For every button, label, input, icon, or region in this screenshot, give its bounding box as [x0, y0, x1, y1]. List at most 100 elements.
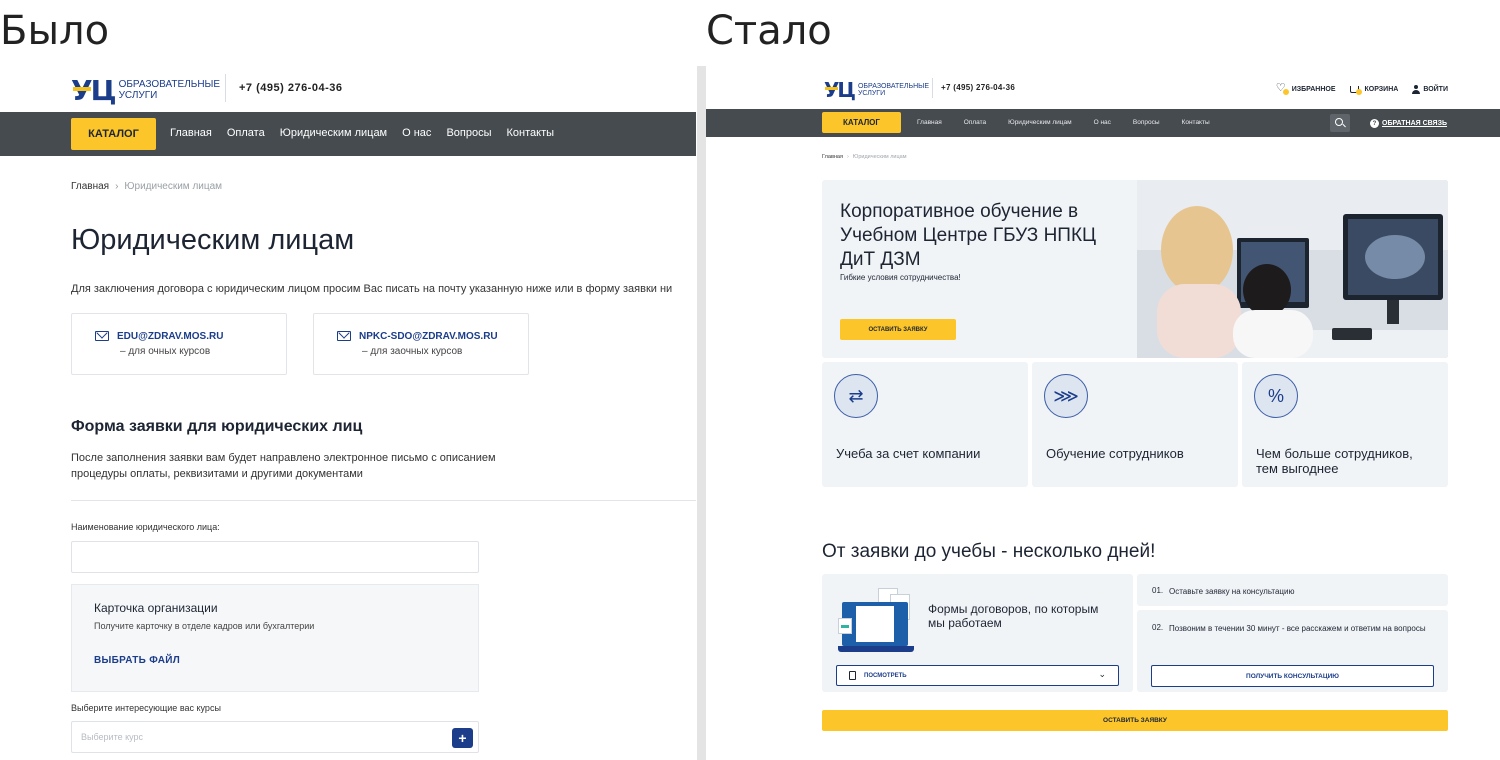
- login-link[interactable]: ВОЙТИ: [1412, 85, 1448, 94]
- nav-link-about[interactable]: О нас: [1094, 119, 1111, 126]
- org-name-input[interactable]: [71, 541, 479, 573]
- org-card-upload: Карточка организации Получите карточку в…: [71, 584, 479, 692]
- chevron-down-icon: ⌄: [1098, 669, 1106, 679]
- email-address[interactable]: EDU@ZDRAV.MOS.RU: [117, 331, 223, 342]
- main-nav: КАТАЛОГ Главная Оплата Юридическим лицам…: [0, 112, 696, 156]
- hero-subtitle: Гибкие условия сотрудничества!: [840, 273, 961, 282]
- favorites-label: ИЗБРАННОЕ: [1291, 86, 1336, 93]
- nav-link-contacts[interactable]: Контакты: [507, 127, 555, 139]
- nav-link-payment[interactable]: Оплата: [227, 127, 265, 139]
- view-contracts-label: ПОСМОТРЕТЬ: [864, 673, 907, 679]
- intro-text: Для заключения договора с юридическим ли…: [71, 283, 673, 295]
- get-consultation-button[interactable]: ПОЛУЧИТЬ КОНСУЛЬТАЦИЮ: [1151, 665, 1434, 687]
- org-card-title: Карточка организации: [94, 601, 218, 615]
- before-screenshot: УЦ ОБРАЗОВАТЕЛЬНЫЕ УСЛУГИ +7 (495) 276-04…: [0, 66, 696, 760]
- user-icon: [1412, 85, 1421, 94]
- hero-banner: Корпоративное обучение в Учебном Центре …: [822, 180, 1448, 358]
- page-title: Юридическим лицам: [71, 224, 355, 256]
- breadcrumb: Главная › Юридическим лицам: [71, 181, 222, 192]
- org-name-label: Наименование юридического лица:: [71, 522, 220, 532]
- courses-label: Выберите интересующие вас курсы: [71, 703, 221, 713]
- document-icon: [849, 671, 856, 680]
- steps-title: От заявки до учебы - несколько дней!: [822, 541, 1156, 562]
- form-description: После заполнения заявки вам будет направ…: [71, 452, 496, 480]
- nav-link-faq[interactable]: Вопросы: [446, 127, 491, 139]
- cart-link[interactable]: КОРЗИНА: [1349, 84, 1399, 95]
- breadcrumb-home[interactable]: Главная: [822, 154, 843, 160]
- site-logo[interactable]: УЦ ОБРАЗОВАТЕЛЬНЫЕ УСЛУГИ: [71, 74, 220, 107]
- site-logo[interactable]: УЦ ОБРАЗОВАТЕЛЬНЫЕ УСЛУГИ: [824, 78, 929, 102]
- phone-number[interactable]: +7 (495) 276-04-36: [239, 82, 342, 94]
- nav-links: Главная Оплата Юридическим лицам О нас В…: [917, 119, 1210, 126]
- after-label: Стало: [706, 8, 832, 54]
- phone-number[interactable]: +7 (495) 276-04-36: [941, 83, 1015, 92]
- cart-badge: [1355, 89, 1362, 95]
- form-title: Форма заявки для юридических лиц: [71, 418, 363, 435]
- header-divider: [932, 78, 933, 98]
- nav-link-faq[interactable]: Вопросы: [1133, 119, 1160, 126]
- nav-link-about[interactable]: О нас: [402, 127, 431, 139]
- comparison-divider: [697, 66, 706, 760]
- nav-link-contacts[interactable]: Контакты: [1182, 119, 1210, 126]
- heart-icon: [1276, 81, 1286, 94]
- nav-link-home[interactable]: Главная: [917, 119, 942, 126]
- breadcrumb-current: Юридическим лицам: [124, 181, 223, 192]
- apply-button[interactable]: ОСТАВИТЬ ЗАЯВКУ: [822, 710, 1448, 731]
- benefit-text: Чем больше сотрудников, тем выгоднее: [1256, 446, 1413, 476]
- step-number: 01.: [1152, 586, 1164, 595]
- checklist-icon: ⇄: [834, 374, 878, 418]
- form-divider: [71, 500, 696, 501]
- breadcrumb-separator: ›: [846, 154, 849, 160]
- contract-forms-title: Формы договоров, по которым мы работаем: [928, 602, 1099, 630]
- logo-text: ОБРАЗОВАТЕЛЬНЫЕ УСЛУГИ: [118, 79, 221, 101]
- nav-link-payment[interactable]: Оплата: [964, 119, 986, 126]
- login-label: ВОЙТИ: [1423, 86, 1448, 93]
- after-screenshot: УЦ ОБРАЗОВАТЕЛЬНЫЕ УСЛУГИ +7 (495) 276-04…: [706, 66, 1500, 760]
- step-text: Позвоним в течении 30 минут - все расска…: [1169, 624, 1426, 633]
- view-contracts-dropdown[interactable]: ПОСМОТРЕТЬ ⌄: [836, 665, 1119, 686]
- mail-icon: [95, 331, 109, 341]
- feedback-label: ОБРАТНАЯ СВЯЗЬ: [1382, 120, 1447, 127]
- benefit-card-company-pays: ⇄ Учеба за счет компании: [822, 362, 1028, 487]
- breadcrumb-home[interactable]: Главная: [71, 181, 109, 192]
- cart-label: КОРЗИНА: [1364, 86, 1399, 93]
- contract-forms-card: Формы договоров, по которым мы работаем …: [822, 574, 1133, 692]
- email-address[interactable]: NPKC-SDO@ZDRAV.MOS.RU: [359, 331, 498, 342]
- breadcrumb-current: Юридическим лицам: [852, 154, 907, 160]
- nav-links: Главная Оплата Юридическим лицам О нас В…: [170, 127, 554, 139]
- user-links: ИЗБРАННОЕ КОРЗИНА ВОЙТИ: [1276, 81, 1448, 95]
- breadcrumb: Главная › Юридическим лицам: [822, 154, 906, 160]
- logo-mark: УЦ: [824, 78, 856, 102]
- logo-mark: УЦ: [71, 74, 117, 107]
- header-divider: [225, 74, 226, 102]
- hero-apply-button[interactable]: ОСТАВИТЬ ЗАЯВКУ: [840, 319, 956, 340]
- email-desc: – для очных курсов: [120, 346, 211, 357]
- benefit-text: Учеба за счет компании: [836, 446, 981, 461]
- email-card-distance[interactable]: NPKC-SDO@ZDRAV.MOS.RU – для заочных курс…: [313, 313, 529, 375]
- catalog-button[interactable]: КАТАЛОГ: [71, 118, 156, 150]
- question-icon: ?: [1370, 119, 1379, 128]
- step-text: Оставьте заявку на консультацию: [1169, 587, 1295, 596]
- hero-photo: [1137, 180, 1448, 358]
- nav-link-home[interactable]: Главная: [170, 127, 212, 139]
- course-select[interactable]: Выберите курс +: [71, 721, 479, 753]
- before-header: УЦ ОБРАЗОВАТЕЛЬНЫЕ УСЛУГИ +7 (495) 276-04…: [0, 66, 696, 112]
- favorites-link[interactable]: ИЗБРАННОЕ: [1276, 81, 1336, 95]
- benefit-text: Обучение сотрудников: [1046, 446, 1184, 461]
- org-card-subtitle: Получите карточку в отделе кадров или бу…: [94, 621, 315, 631]
- benefit-card-volume-discount: % Чем больше сотрудников, тем выгоднее: [1242, 362, 1448, 487]
- breadcrumb-separator: ›: [115, 181, 119, 192]
- benefit-card-staff-training: ⋙ Обучение сотрудников: [1032, 362, 1238, 487]
- logo-text: ОБРАЗОВАТЕЛЬНЫЕ УСЛУГИ: [857, 82, 930, 97]
- feedback-link[interactable]: ? ОБРАТНАЯ СВЯЗЬ: [1370, 119, 1447, 128]
- nav-link-legal[interactable]: Юридическим лицам: [280, 127, 387, 139]
- nav-link-legal[interactable]: Юридическим лицам: [1008, 119, 1071, 126]
- search-icon[interactable]: [1330, 114, 1350, 132]
- choose-file-button[interactable]: ВЫБРАТЬ ФАЙЛ: [94, 655, 180, 666]
- email-card-fulltime[interactable]: EDU@ZDRAV.MOS.RU – для очных курсов: [71, 313, 287, 375]
- add-course-button[interactable]: +: [452, 728, 473, 748]
- hero-photo-illustration: [1137, 180, 1448, 358]
- step-number: 02.: [1152, 623, 1164, 632]
- email-desc: – для заочных курсов: [362, 346, 463, 357]
- catalog-button[interactable]: КАТАЛОГ: [822, 112, 901, 133]
